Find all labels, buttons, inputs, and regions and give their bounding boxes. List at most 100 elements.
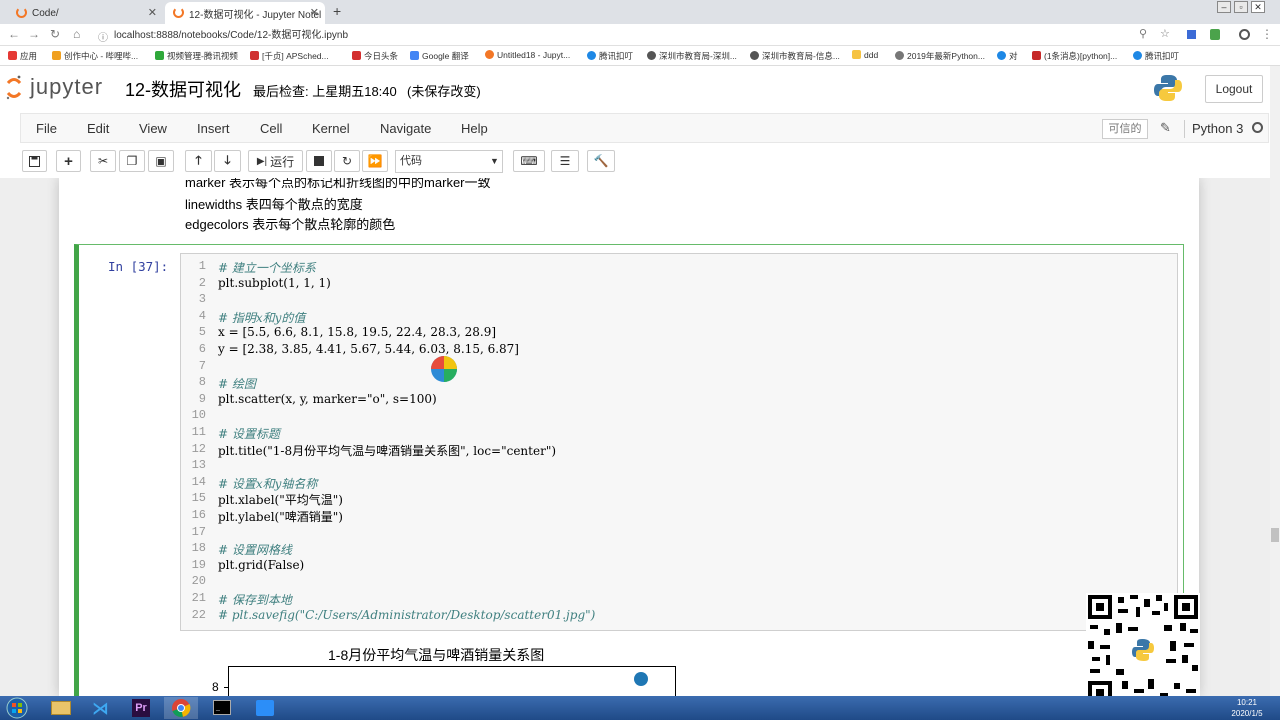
- insert-cell-button[interactable]: +: [56, 150, 81, 172]
- close-tab-icon[interactable]: ✕: [310, 6, 319, 19]
- run-button[interactable]: ▶| 运行: [248, 150, 303, 172]
- y-tick: [224, 687, 228, 688]
- extension-icon[interactable]: [1187, 30, 1196, 39]
- menu-insert[interactable]: Insert: [197, 121, 230, 136]
- taskbar-chrome[interactable]: [164, 697, 198, 719]
- restart-button[interactable]: ↻: [334, 150, 360, 172]
- taskbar-app[interactable]: [248, 697, 282, 719]
- close-window-icon[interactable]: ✕: [1251, 1, 1265, 13]
- new-tab-icon[interactable]: +: [333, 3, 341, 19]
- bookmark-apps[interactable]: 应用: [8, 50, 37, 62]
- bookmark-item[interactable]: 腾讯扣叮: [1133, 50, 1179, 62]
- restart-run-all-button[interactable]: ⏩: [362, 150, 388, 172]
- bookmark-item[interactable]: 深圳市教育局-信息...: [750, 50, 840, 62]
- jupyter-logo-icon[interactable]: [6, 74, 22, 102]
- save-button[interactable]: [22, 150, 47, 172]
- y-tick-label: 8: [212, 680, 219, 694]
- jupyter-wordmark: jupyter: [30, 74, 104, 99]
- plus-icon: +: [64, 152, 73, 170]
- command-palette-button[interactable]: ⌨: [513, 150, 545, 172]
- bookmark-item[interactable]: [千贞] APSched...: [250, 50, 329, 62]
- refresh-icon: ↻: [341, 154, 353, 168]
- more-icon[interactable]: ⋮: [1261, 27, 1273, 41]
- tab-code[interactable]: Code/ ✕: [8, 2, 163, 24]
- line-number: 1: [198, 259, 206, 273]
- interrupt-button[interactable]: [306, 150, 332, 172]
- home-icon[interactable]: ⌂: [73, 27, 80, 41]
- taskbar-terminal[interactable]: _: [205, 697, 239, 719]
- line-number: 6: [198, 342, 206, 356]
- bookmark-item[interactable]: 创作中心 - 哔哩哔...: [52, 50, 138, 62]
- taskbar-explorer[interactable]: [44, 697, 78, 719]
- trusted-badge[interactable]: 可信的: [1102, 119, 1148, 139]
- profile-icon[interactable]: [1239, 29, 1250, 40]
- bookmark-item[interactable]: Google 翻译: [410, 50, 469, 62]
- cut-button[interactable]: ✂: [90, 150, 116, 172]
- kernel-status-icon: [1252, 122, 1263, 133]
- line-number: 22: [191, 607, 206, 622]
- code-line: # 建立一个坐标系: [218, 261, 316, 275]
- notebook-title[interactable]: 12-数据可视化: [125, 76, 241, 102]
- bookmark-item[interactable]: 腾讯扣叮: [587, 50, 633, 62]
- bookmark-item[interactable]: 对: [997, 50, 1018, 62]
- close-tab-icon[interactable]: ✕: [148, 6, 157, 19]
- bookmark-item[interactable]: 今日头条: [352, 50, 398, 62]
- menu-help[interactable]: Help: [461, 121, 488, 136]
- tab-notebook[interactable]: 12-数据可视化 - Jupyter Notel ✕: [165, 2, 325, 24]
- move-down-button[interactable]: 🡓: [214, 150, 241, 172]
- line-number: 16: [191, 508, 206, 522]
- bookmark-item[interactable]: (1条消息)[python]...: [1032, 50, 1117, 62]
- edit-pencil-icon[interactable]: ✎: [1160, 120, 1171, 136]
- start-button[interactable]: [0, 697, 34, 719]
- menu-navigate[interactable]: Navigate: [380, 121, 431, 136]
- zoom-icon[interactable]: ⚲: [1139, 27, 1147, 40]
- code-line: plt.ylabel("啤酒销量"): [218, 510, 343, 524]
- line-number: 21: [191, 591, 206, 605]
- bookmark-item[interactable]: 深圳市教育局-深圳...: [647, 50, 737, 62]
- cell-toolbar-button[interactable]: ☰: [551, 150, 579, 172]
- line-number: 4: [198, 308, 206, 323]
- menu-edit[interactable]: Edit: [87, 121, 109, 136]
- jupyter-favicon-icon: [16, 7, 27, 18]
- qr-code-image: [1088, 595, 1198, 705]
- code-line: plt.scatter(x, y, marker="o", s=100): [218, 391, 437, 406]
- menu-kernel[interactable]: Kernel: [312, 121, 350, 136]
- cell-type-select[interactable]: 代码 ▼: [395, 150, 503, 173]
- vertical-scrollbar[interactable]: [1270, 66, 1280, 696]
- bookmarks-bar: 应用 创作中心 - 哔哩哔... 视频管理-腾讯视频 [千贞] APSched.…: [0, 46, 1280, 66]
- line-number: 19: [191, 557, 206, 572]
- bookmark-item[interactable]: Untitled18 - Jupyt...: [485, 50, 570, 60]
- taskbar-vscode[interactable]: ⋊: [84, 697, 118, 719]
- star-icon[interactable]: ☆: [1160, 27, 1170, 40]
- scrollbar-thumb[interactable]: [1271, 528, 1279, 542]
- arrow-down-icon: 🡓: [224, 152, 231, 167]
- bookmark-item[interactable]: 视频管理-腾讯视频: [155, 50, 238, 62]
- reload-icon[interactable]: ↻: [50, 27, 60, 41]
- system-clock: 10:21 2020/1/5: [1222, 697, 1272, 719]
- menu-file[interactable]: File: [36, 121, 57, 136]
- copy-button[interactable]: ❐: [119, 150, 145, 172]
- maximize-icon[interactable]: ▫: [1234, 1, 1248, 13]
- logout-button[interactable]: Logout: [1205, 75, 1263, 103]
- move-up-button[interactable]: 🡑: [185, 150, 212, 172]
- menu-view[interactable]: View: [139, 121, 167, 136]
- code-line: # 绘图: [218, 377, 256, 392]
- extension-icon[interactable]: [1210, 29, 1220, 40]
- forward-icon[interactable]: →: [28, 27, 40, 41]
- address-bar: ← → ↻ ⌂ ⓘ localhost:8888/notebooks/Code/…: [0, 24, 1280, 46]
- minimize-icon[interactable]: –: [1217, 1, 1231, 13]
- code-line: # 设置x和y轴名称: [218, 476, 318, 491]
- line-number: 10: [191, 408, 206, 423]
- extension-button[interactable]: 🔨: [587, 150, 615, 172]
- url-input[interactable]: localhost:8888/notebooks/Code/12-数据可视化.i…: [114, 27, 1154, 44]
- code-line: # 保存到本地: [218, 593, 292, 607]
- line-number: 2: [198, 275, 206, 290]
- paste-button[interactable]: ▣: [148, 150, 174, 172]
- bookmark-item[interactable]: 2019年最新Python...: [895, 50, 985, 62]
- bookmark-item[interactable]: ddd: [852, 50, 878, 60]
- taskbar-premiere[interactable]: Pr: [124, 697, 158, 719]
- terminal-icon: _: [213, 700, 231, 715]
- back-icon[interactable]: ←: [8, 27, 20, 41]
- menu-cell[interactable]: Cell: [260, 121, 282, 136]
- scissors-icon: ✂: [97, 154, 109, 168]
